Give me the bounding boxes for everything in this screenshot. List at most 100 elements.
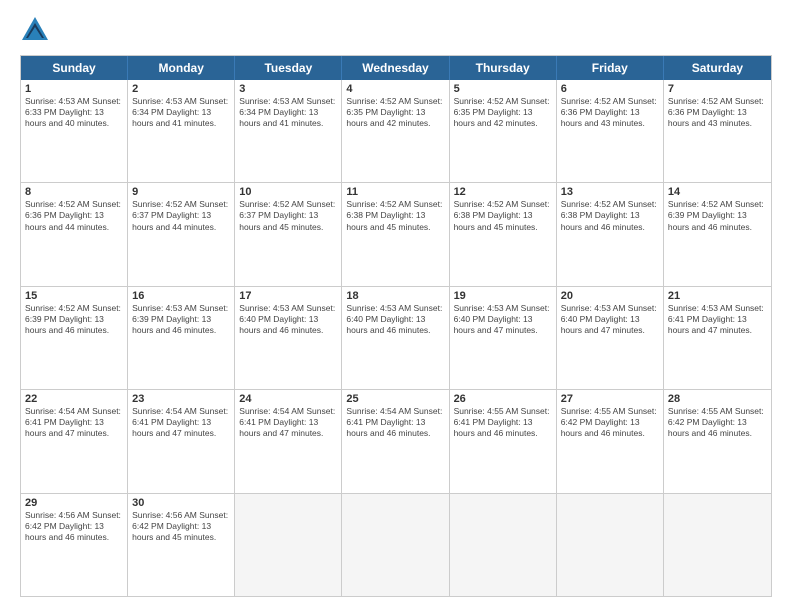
logo <box>20 15 52 45</box>
day-cell-4: 4Sunrise: 4:52 AM Sunset: 6:35 PM Daylig… <box>342 80 449 182</box>
header <box>20 15 772 45</box>
day-cell-5: 5Sunrise: 4:52 AM Sunset: 6:35 PM Daylig… <box>450 80 557 182</box>
day-cell-23: 23Sunrise: 4:54 AM Sunset: 6:41 PM Dayli… <box>128 390 235 492</box>
calendar-row-3: 22Sunrise: 4:54 AM Sunset: 6:41 PM Dayli… <box>21 390 771 493</box>
day-details: Sunrise: 4:52 AM Sunset: 6:35 PM Dayligh… <box>454 96 552 129</box>
day-details: Sunrise: 4:55 AM Sunset: 6:42 PM Dayligh… <box>561 406 659 439</box>
calendar-body: 1Sunrise: 4:53 AM Sunset: 6:33 PM Daylig… <box>21 80 771 596</box>
header-cell-tuesday: Tuesday <box>235 56 342 80</box>
day-cell-18: 18Sunrise: 4:53 AM Sunset: 6:40 PM Dayli… <box>342 287 449 389</box>
empty-cell <box>450 494 557 596</box>
day-number: 9 <box>132 186 230 198</box>
day-number: 13 <box>561 186 659 198</box>
empty-cell <box>664 494 771 596</box>
calendar-row-0: 1Sunrise: 4:53 AM Sunset: 6:33 PM Daylig… <box>21 80 771 183</box>
day-details: Sunrise: 4:52 AM Sunset: 6:36 PM Dayligh… <box>25 199 123 232</box>
day-number: 2 <box>132 83 230 95</box>
day-cell-9: 9Sunrise: 4:52 AM Sunset: 6:37 PM Daylig… <box>128 183 235 285</box>
day-cell-14: 14Sunrise: 4:52 AM Sunset: 6:39 PM Dayli… <box>664 183 771 285</box>
day-details: Sunrise: 4:52 AM Sunset: 6:39 PM Dayligh… <box>25 303 123 336</box>
day-number: 19 <box>454 290 552 302</box>
day-number: 20 <box>561 290 659 302</box>
day-cell-11: 11Sunrise: 4:52 AM Sunset: 6:38 PM Dayli… <box>342 183 449 285</box>
day-cell-20: 20Sunrise: 4:53 AM Sunset: 6:40 PM Dayli… <box>557 287 664 389</box>
day-cell-6: 6Sunrise: 4:52 AM Sunset: 6:36 PM Daylig… <box>557 80 664 182</box>
day-details: Sunrise: 4:52 AM Sunset: 6:39 PM Dayligh… <box>668 199 767 232</box>
day-details: Sunrise: 4:53 AM Sunset: 6:34 PM Dayligh… <box>132 96 230 129</box>
day-number: 1 <box>25 83 123 95</box>
day-details: Sunrise: 4:54 AM Sunset: 6:41 PM Dayligh… <box>25 406 123 439</box>
day-number: 24 <box>239 393 337 405</box>
day-number: 27 <box>561 393 659 405</box>
day-details: Sunrise: 4:53 AM Sunset: 6:33 PM Dayligh… <box>25 96 123 129</box>
day-cell-26: 26Sunrise: 4:55 AM Sunset: 6:41 PM Dayli… <box>450 390 557 492</box>
day-cell-30: 30Sunrise: 4:56 AM Sunset: 6:42 PM Dayli… <box>128 494 235 596</box>
day-details: Sunrise: 4:56 AM Sunset: 6:42 PM Dayligh… <box>132 510 230 543</box>
day-number: 15 <box>25 290 123 302</box>
day-number: 30 <box>132 497 230 509</box>
calendar-row-1: 8Sunrise: 4:52 AM Sunset: 6:36 PM Daylig… <box>21 183 771 286</box>
day-number: 8 <box>25 186 123 198</box>
day-cell-1: 1Sunrise: 4:53 AM Sunset: 6:33 PM Daylig… <box>21 80 128 182</box>
day-details: Sunrise: 4:52 AM Sunset: 6:38 PM Dayligh… <box>346 199 444 232</box>
day-number: 26 <box>454 393 552 405</box>
day-number: 23 <box>132 393 230 405</box>
header-cell-thursday: Thursday <box>450 56 557 80</box>
day-cell-21: 21Sunrise: 4:53 AM Sunset: 6:41 PM Dayli… <box>664 287 771 389</box>
day-number: 18 <box>346 290 444 302</box>
day-cell-10: 10Sunrise: 4:52 AM Sunset: 6:37 PM Dayli… <box>235 183 342 285</box>
day-details: Sunrise: 4:53 AM Sunset: 6:40 PM Dayligh… <box>561 303 659 336</box>
day-details: Sunrise: 4:52 AM Sunset: 6:37 PM Dayligh… <box>132 199 230 232</box>
header-cell-saturday: Saturday <box>664 56 771 80</box>
day-cell-24: 24Sunrise: 4:54 AM Sunset: 6:41 PM Dayli… <box>235 390 342 492</box>
day-cell-22: 22Sunrise: 4:54 AM Sunset: 6:41 PM Dayli… <box>21 390 128 492</box>
day-details: Sunrise: 4:55 AM Sunset: 6:42 PM Dayligh… <box>668 406 767 439</box>
calendar: SundayMondayTuesdayWednesdayThursdayFrid… <box>20 55 772 597</box>
day-cell-19: 19Sunrise: 4:53 AM Sunset: 6:40 PM Dayli… <box>450 287 557 389</box>
day-number: 4 <box>346 83 444 95</box>
day-number: 7 <box>668 83 767 95</box>
day-details: Sunrise: 4:53 AM Sunset: 6:40 PM Dayligh… <box>454 303 552 336</box>
day-number: 21 <box>668 290 767 302</box>
day-details: Sunrise: 4:53 AM Sunset: 6:41 PM Dayligh… <box>668 303 767 336</box>
day-cell-27: 27Sunrise: 4:55 AM Sunset: 6:42 PM Dayli… <box>557 390 664 492</box>
day-number: 17 <box>239 290 337 302</box>
day-number: 10 <box>239 186 337 198</box>
day-number: 5 <box>454 83 552 95</box>
header-cell-sunday: Sunday <box>21 56 128 80</box>
day-number: 3 <box>239 83 337 95</box>
day-cell-8: 8Sunrise: 4:52 AM Sunset: 6:36 PM Daylig… <box>21 183 128 285</box>
empty-cell <box>557 494 664 596</box>
logo-icon <box>20 15 50 45</box>
day-details: Sunrise: 4:52 AM Sunset: 6:36 PM Dayligh… <box>668 96 767 129</box>
day-cell-13: 13Sunrise: 4:52 AM Sunset: 6:38 PM Dayli… <box>557 183 664 285</box>
day-cell-25: 25Sunrise: 4:54 AM Sunset: 6:41 PM Dayli… <box>342 390 449 492</box>
day-cell-28: 28Sunrise: 4:55 AM Sunset: 6:42 PM Dayli… <box>664 390 771 492</box>
day-cell-2: 2Sunrise: 4:53 AM Sunset: 6:34 PM Daylig… <box>128 80 235 182</box>
day-number: 28 <box>668 393 767 405</box>
day-details: Sunrise: 4:56 AM Sunset: 6:42 PM Dayligh… <box>25 510 123 543</box>
day-cell-15: 15Sunrise: 4:52 AM Sunset: 6:39 PM Dayli… <box>21 287 128 389</box>
day-number: 6 <box>561 83 659 95</box>
calendar-row-4: 29Sunrise: 4:56 AM Sunset: 6:42 PM Dayli… <box>21 494 771 596</box>
day-number: 16 <box>132 290 230 302</box>
day-details: Sunrise: 4:53 AM Sunset: 6:34 PM Dayligh… <box>239 96 337 129</box>
header-cell-monday: Monday <box>128 56 235 80</box>
day-details: Sunrise: 4:53 AM Sunset: 6:40 PM Dayligh… <box>346 303 444 336</box>
day-cell-17: 17Sunrise: 4:53 AM Sunset: 6:40 PM Dayli… <box>235 287 342 389</box>
header-cell-friday: Friday <box>557 56 664 80</box>
day-number: 29 <box>25 497 123 509</box>
day-cell-29: 29Sunrise: 4:56 AM Sunset: 6:42 PM Dayli… <box>21 494 128 596</box>
empty-cell <box>342 494 449 596</box>
day-number: 14 <box>668 186 767 198</box>
day-number: 11 <box>346 186 444 198</box>
day-details: Sunrise: 4:52 AM Sunset: 6:38 PM Dayligh… <box>454 199 552 232</box>
day-details: Sunrise: 4:52 AM Sunset: 6:35 PM Dayligh… <box>346 96 444 129</box>
day-details: Sunrise: 4:54 AM Sunset: 6:41 PM Dayligh… <box>346 406 444 439</box>
day-details: Sunrise: 4:52 AM Sunset: 6:38 PM Dayligh… <box>561 199 659 232</box>
empty-cell <box>235 494 342 596</box>
day-details: Sunrise: 4:52 AM Sunset: 6:37 PM Dayligh… <box>239 199 337 232</box>
day-cell-12: 12Sunrise: 4:52 AM Sunset: 6:38 PM Dayli… <box>450 183 557 285</box>
header-cell-wednesday: Wednesday <box>342 56 449 80</box>
day-cell-7: 7Sunrise: 4:52 AM Sunset: 6:36 PM Daylig… <box>664 80 771 182</box>
